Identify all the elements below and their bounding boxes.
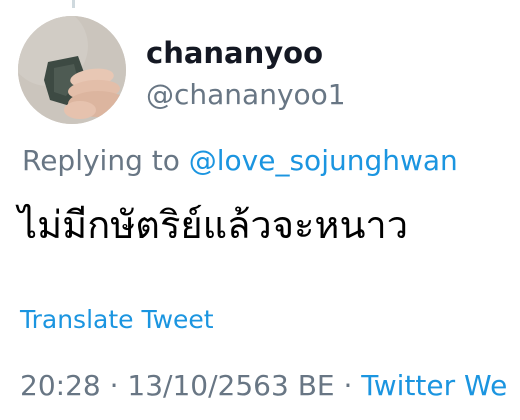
- avatar-photo-icon: [18, 16, 126, 124]
- translate-tweet-link[interactable]: Translate Tweet: [20, 305, 214, 334]
- meta-separator: ·: [100, 369, 128, 402]
- tweet-time[interactable]: 20:28: [20, 369, 101, 402]
- tweet-detail: chananyoo @chananyoo1 Replying to @love_…: [0, 0, 520, 420]
- tweet-metadata: 20:28 · 13/10/2563 BE · Twitter We: [20, 369, 507, 402]
- tweet-source-link[interactable]: Twitter We: [361, 369, 507, 402]
- meta-separator: ·: [334, 369, 362, 402]
- tweet-text: ไม่มีกษัตริย์แล้วจะหนาว: [18, 203, 409, 247]
- replying-to-label: Replying to: [22, 144, 189, 177]
- display-name[interactable]: chananyoo: [146, 36, 323, 70]
- replying-to: Replying to @love_sojunghwan: [22, 144, 458, 177]
- avatar[interactable]: [18, 16, 126, 124]
- replying-to-mention-link[interactable]: @love_sojunghwan: [189, 144, 458, 177]
- tweet-date[interactable]: 13/10/2563 BE: [127, 369, 334, 402]
- thread-connector-line: [72, 0, 75, 8]
- user-handle[interactable]: @chananyoo1: [146, 78, 346, 111]
